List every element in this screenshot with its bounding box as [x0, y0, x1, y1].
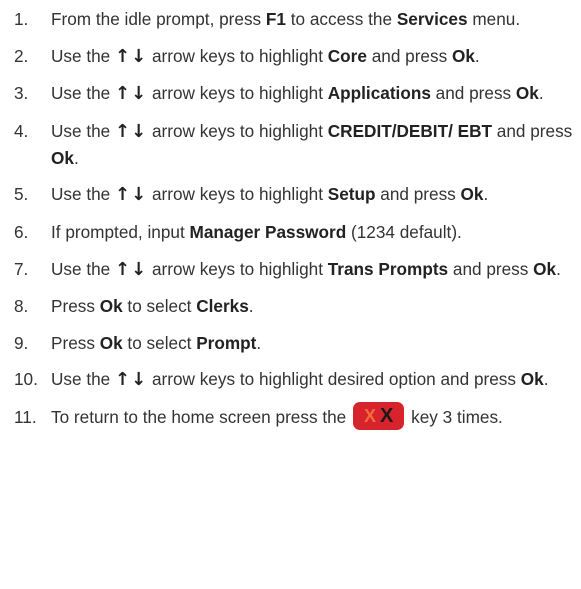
step-text: From the idle prompt, press F1 to access…: [37, 6, 575, 32]
step-text: Use the ↑↓ arrow keys to highlight desir…: [37, 366, 575, 393]
step-text: Use the ↑↓ arrow keys to highlight CREDI…: [37, 118, 575, 171]
step-emphasis: Setup: [327, 184, 376, 205]
step-fragment: Use the: [51, 369, 116, 390]
step-fragment: Press: [51, 296, 100, 317]
key-x-large-label: X: [380, 405, 394, 428]
step-number: 9.: [14, 332, 29, 353]
step-number: 1.: [14, 9, 29, 29]
step-number: 7.: [14, 258, 29, 279]
step-fragment: menu.: [467, 9, 521, 29]
step-emphasis: Services: [396, 9, 468, 29]
step-item: 8. Press Ok to select Clerks.: [0, 293, 575, 319]
key-x-small-label: X: [363, 406, 376, 427]
step-emphasis: Applications: [327, 83, 431, 104]
up-down-arrow-keys-icon: ↑↓: [115, 45, 148, 67]
step-emphasis: Prompt: [196, 332, 257, 353]
step-fragment: .: [73, 147, 79, 168]
step-fragment: to select: [122, 332, 197, 353]
step-emphasis: Ok: [99, 296, 123, 317]
step-fragment: arrow keys to highlight: [147, 258, 328, 279]
step-text: Use the ↑↓ arrow keys to highlight Appli…: [37, 80, 575, 107]
step-fragment: and press: [430, 83, 516, 104]
step-item: 5. Use the ↑↓ arrow keys to highlight Set…: [0, 181, 575, 208]
step-emphasis: Trans Prompts: [327, 258, 449, 279]
step-number: 3.: [14, 83, 29, 104]
step-number: 11.: [14, 406, 37, 427]
step-number: 10.: [14, 369, 38, 390]
step-item: 2. Use the ↑↓ arrow keys to highlight Cor…: [0, 43, 575, 70]
step-item: 7. Use the ↑↓ arrow keys to highlight Tra…: [0, 256, 575, 283]
step-text: Press Ok to select Clerks.: [37, 293, 575, 319]
step-text: Use the ↑↓ arrow keys to highlight Setup…: [37, 181, 575, 208]
step-fragment: From the idle prompt, press: [51, 9, 266, 29]
step-fragment: .: [543, 369, 549, 390]
step-fragment: .: [538, 83, 544, 104]
step-fragment: Use the: [51, 258, 116, 279]
step-fragment: Press: [51, 332, 100, 353]
step-fragment: .: [483, 184, 489, 205]
step-fragment: arrow keys to highlight: [147, 83, 328, 104]
step-fragment: Use the: [51, 120, 116, 141]
step-item: 11. To return to the home screen press th…: [0, 402, 575, 431]
step-fragment: and press: [492, 120, 573, 141]
step-fragment: .: [474, 45, 480, 66]
step-emphasis: Ok: [51, 147, 74, 168]
step-fragment: If prompted, input: [51, 221, 190, 242]
step-number: 6.: [14, 221, 29, 242]
step-fragment: and press: [375, 184, 461, 205]
step-number: 2.: [14, 45, 29, 66]
step-text: Use the ↑↓ arrow keys to highlight Trans…: [37, 256, 575, 283]
step-text: To return to the home screen press the X…: [37, 402, 575, 431]
step-emphasis: Ok: [520, 369, 544, 390]
step-fragment: arrow keys to highlight: [147, 184, 328, 205]
step-item: 6. If prompted, input Manager Password (1…: [0, 219, 575, 245]
cancel-x-key-icon: XX: [352, 402, 405, 431]
step-item: 4. Use the ↑↓ arrow keys to highlight CRE…: [0, 118, 575, 171]
step-number: 4.: [14, 120, 29, 141]
step-item: 3. Use the ↑↓ arrow keys to highlight App…: [0, 80, 575, 107]
up-down-arrow-keys-icon: ↑↓: [115, 369, 148, 391]
step-emphasis: Ok: [515, 83, 539, 104]
step-item: 9. Press Ok to select Prompt.: [0, 330, 575, 356]
up-down-arrow-keys-icon: ↑↓: [115, 83, 148, 105]
step-emphasis: Core: [327, 45, 367, 66]
step-item: 1. From the idle prompt, press F1 to acce…: [0, 6, 575, 32]
step-number: 5.: [14, 184, 29, 205]
step-fragment: arrow keys to highlight: [147, 120, 328, 141]
step-fragment: To return to the home screen press the: [51, 406, 351, 427]
step-fragment: and press: [366, 45, 452, 66]
step-fragment: arrow keys to highlight: [147, 45, 328, 66]
step-fragment: Use the: [51, 184, 116, 205]
instruction-steps-list: 1. From the idle prompt, press F1 to acce…: [0, 0, 581, 431]
step-emphasis: Ok: [99, 332, 123, 353]
step-emphasis: Manager Password: [189, 221, 347, 242]
step-text: Use the ↑↓ arrow keys to highlight Core …: [37, 43, 575, 70]
step-fragment: arrow keys to highlight desired option a…: [147, 369, 521, 390]
step-text: Press Ok to select Prompt.: [37, 330, 575, 356]
step-fragment: Use the: [51, 83, 116, 104]
up-down-arrow-keys-icon: ↑↓: [115, 184, 148, 206]
step-fragment: to select: [122, 296, 197, 317]
step-emphasis: F1: [265, 9, 286, 29]
step-emphasis: Ok: [460, 184, 484, 205]
step-fragment: and press: [448, 258, 534, 279]
step-fragment: to access the: [285, 9, 397, 29]
step-fragment: .: [556, 258, 561, 279]
step-fragment: .: [248, 296, 254, 317]
step-emphasis: Ok: [533, 258, 557, 279]
step-fragment: .: [256, 332, 262, 353]
step-fragment: key 3 times.: [406, 406, 503, 427]
step-number: 8.: [14, 296, 29, 317]
step-emphasis: Ok: [451, 45, 475, 66]
step-text: If prompted, input Manager Password (123…: [37, 219, 575, 245]
up-down-arrow-keys-icon: ↑↓: [115, 120, 148, 142]
step-fragment: Use the: [51, 45, 116, 66]
up-down-arrow-keys-icon: ↑↓: [115, 258, 148, 280]
step-fragment: (1234 default).: [346, 221, 462, 242]
step-emphasis: CREDIT/DEBIT/ EBT: [327, 120, 492, 141]
step-emphasis: Clerks: [196, 296, 249, 317]
step-item: 10. Use the ↑↓ arrow keys to highlight de…: [0, 366, 575, 393]
